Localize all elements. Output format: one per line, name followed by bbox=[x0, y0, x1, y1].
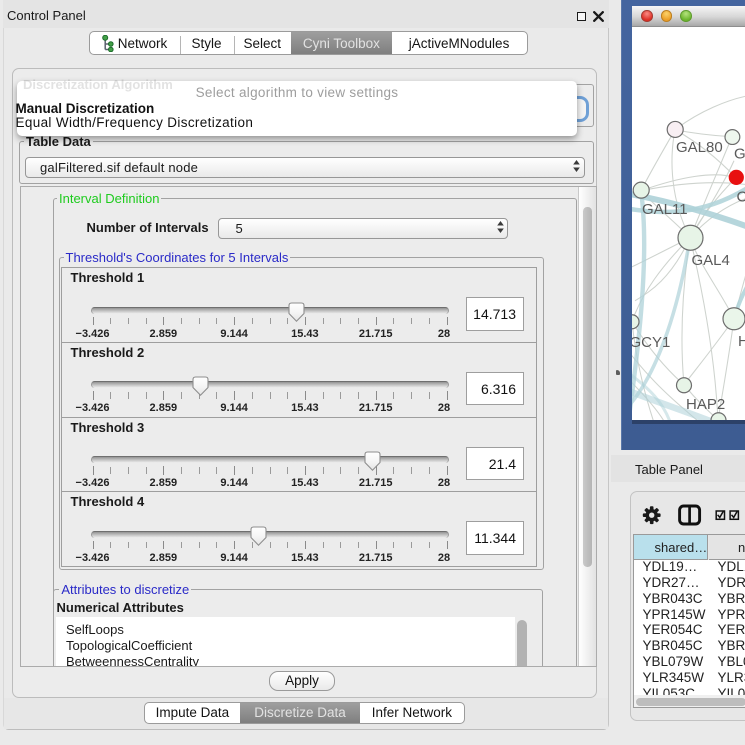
svg-text:CD: CD bbox=[737, 188, 745, 205]
svg-text:GA: GA bbox=[734, 145, 745, 162]
svg-text:GAL4: GAL4 bbox=[692, 251, 730, 268]
svg-text:H: H bbox=[738, 332, 745, 349]
svg-text:HAP2: HAP2 bbox=[686, 395, 725, 412]
svg-text:GAL80: GAL80 bbox=[676, 138, 723, 155]
svg-text:GCY1: GCY1 bbox=[632, 333, 670, 350]
svg-text:GAL11: GAL11 bbox=[642, 200, 688, 217]
